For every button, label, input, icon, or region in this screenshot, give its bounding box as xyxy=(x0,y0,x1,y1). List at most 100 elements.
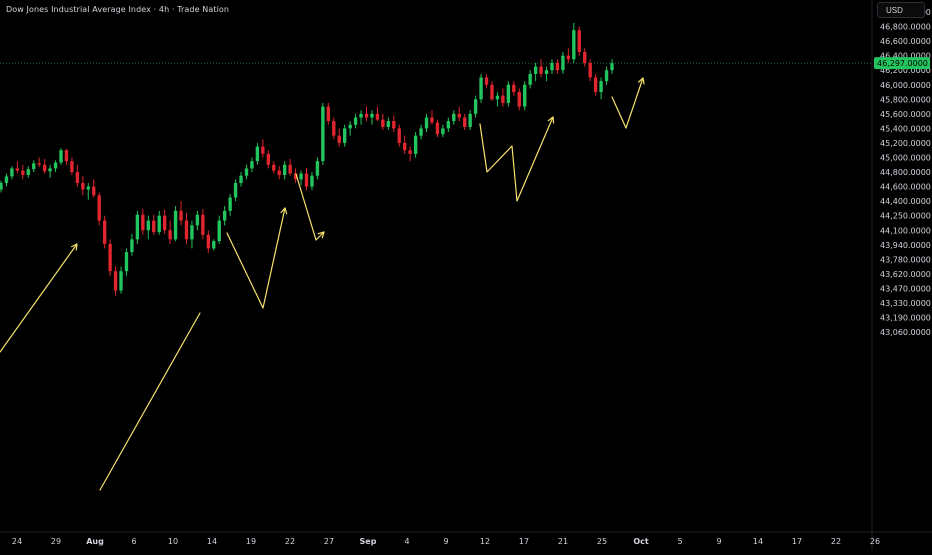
candle-body xyxy=(26,169,30,175)
current-price-label: 46,297.0000 xyxy=(877,59,928,68)
projection-zigzag-mid-august[interactable] xyxy=(226,207,286,309)
candle-body xyxy=(463,117,467,127)
candle-body xyxy=(375,113,380,120)
price-axis-label: 43,470.0000 xyxy=(880,284,931,293)
projection-line-august[interactable] xyxy=(99,312,201,491)
candle-body xyxy=(42,164,47,172)
candle-body xyxy=(179,210,183,221)
candle-body xyxy=(397,128,401,143)
candle-body xyxy=(348,124,352,129)
candle-body xyxy=(370,113,374,118)
candle-body xyxy=(97,195,101,221)
candle-body xyxy=(359,113,363,118)
candle-body xyxy=(37,163,41,165)
candle-body xyxy=(146,220,150,231)
candle-body xyxy=(479,77,483,100)
candle-body xyxy=(408,150,412,154)
candle-body xyxy=(610,63,614,71)
candle-body xyxy=(484,77,489,85)
candle-body xyxy=(353,117,358,125)
time-axis-label: 12 xyxy=(480,537,490,546)
currency-selector[interactable]: USD xyxy=(877,2,925,18)
candle-body xyxy=(593,77,598,93)
candle-body xyxy=(452,113,456,122)
candle-body xyxy=(113,271,118,291)
projection-zigzag-september[interactable] xyxy=(479,116,554,202)
candle-body xyxy=(321,106,325,162)
price-chart[interactable]: 47,000.000046,800.000046,600.000046,400.… xyxy=(0,0,932,550)
candle-body xyxy=(506,84,511,103)
candle-body xyxy=(141,214,145,231)
price-axis-label: 45,400.0000 xyxy=(880,124,931,133)
price-axis-label: 44,100.0000 xyxy=(880,226,931,235)
candle-body xyxy=(255,146,260,162)
candle-body xyxy=(135,214,140,240)
time-axis-label: 21 xyxy=(558,537,568,546)
candle-body xyxy=(435,122,440,135)
price-axis-label: 45,600.0000 xyxy=(880,110,931,119)
candle-body xyxy=(577,30,581,53)
candle-body xyxy=(10,168,14,177)
time-axis-label: 9 xyxy=(716,537,721,546)
price-axis-label: 44,800.0000 xyxy=(880,168,931,177)
time-axis-label: 10 xyxy=(168,537,178,546)
candle-body xyxy=(244,168,249,176)
price-axis-label: 43,330.0000 xyxy=(880,299,931,308)
candle-body xyxy=(555,62,560,71)
candle-body xyxy=(250,161,254,169)
price-axis-label: 45,000.0000 xyxy=(880,154,931,163)
candle-body xyxy=(419,128,423,136)
price-axis-label: 46,800.0000 xyxy=(880,23,931,32)
time-axis-label: 27 xyxy=(324,537,334,546)
price-axis-label: 46,600.0000 xyxy=(880,37,931,46)
candle-body xyxy=(501,95,505,103)
candle-body xyxy=(430,117,434,123)
candle-body xyxy=(124,252,129,272)
price-axis-label: 43,780.0000 xyxy=(880,255,931,264)
candle-body xyxy=(212,241,216,249)
candle-body xyxy=(364,113,369,118)
time-axis-label: 19 xyxy=(246,537,256,546)
chart-area[interactable]: 47,000.000046,800.000046,600.000046,400.… xyxy=(0,0,932,550)
projection-zigzag-final[interactable] xyxy=(611,77,644,129)
candle-body xyxy=(315,161,320,176)
candle-body xyxy=(332,121,336,136)
time-axis-label: 14 xyxy=(207,537,217,546)
candle-body xyxy=(468,113,472,127)
candle-body xyxy=(157,215,161,233)
candle-body xyxy=(86,186,90,190)
candle-body xyxy=(604,70,609,82)
price-axis-label: 43,620.0000 xyxy=(880,270,931,279)
candle-body xyxy=(190,225,194,240)
time-axis-label: 25 xyxy=(597,537,607,546)
candle-body xyxy=(381,119,385,127)
time-axis-label: 24 xyxy=(12,537,22,546)
time-axis-label: 4 xyxy=(404,537,409,546)
candle-body xyxy=(528,73,532,85)
time-axis-label: 5 xyxy=(677,537,682,546)
projection-line-early[interactable] xyxy=(0,243,78,353)
candle-body xyxy=(15,168,20,171)
candle-body xyxy=(544,70,549,74)
projection-zigzag-late-august[interactable] xyxy=(295,173,325,241)
candle-body xyxy=(566,55,571,60)
candle-body xyxy=(173,210,178,240)
chart-title: Dow Jones Industrial Average Index · 4h … xyxy=(6,5,230,14)
time-axis-label: 9 xyxy=(443,537,448,546)
candle-body xyxy=(222,210,227,221)
candle-body xyxy=(53,162,58,169)
candle-body xyxy=(490,84,494,100)
candle-body xyxy=(81,182,85,190)
candle-body xyxy=(599,81,603,93)
candle-body xyxy=(130,239,134,253)
candle-body xyxy=(102,220,107,244)
candle-body xyxy=(310,175,314,187)
candle-body xyxy=(228,197,232,211)
candle-body xyxy=(512,84,516,93)
time-axis-label: 6 xyxy=(131,537,136,546)
price-axis-label: 45,800.0000 xyxy=(880,95,931,104)
candle-body xyxy=(304,173,309,187)
price-axis-label: 45,200.0000 xyxy=(880,139,931,148)
time-axis-label: Sep xyxy=(360,537,377,546)
candle-body xyxy=(108,243,112,272)
